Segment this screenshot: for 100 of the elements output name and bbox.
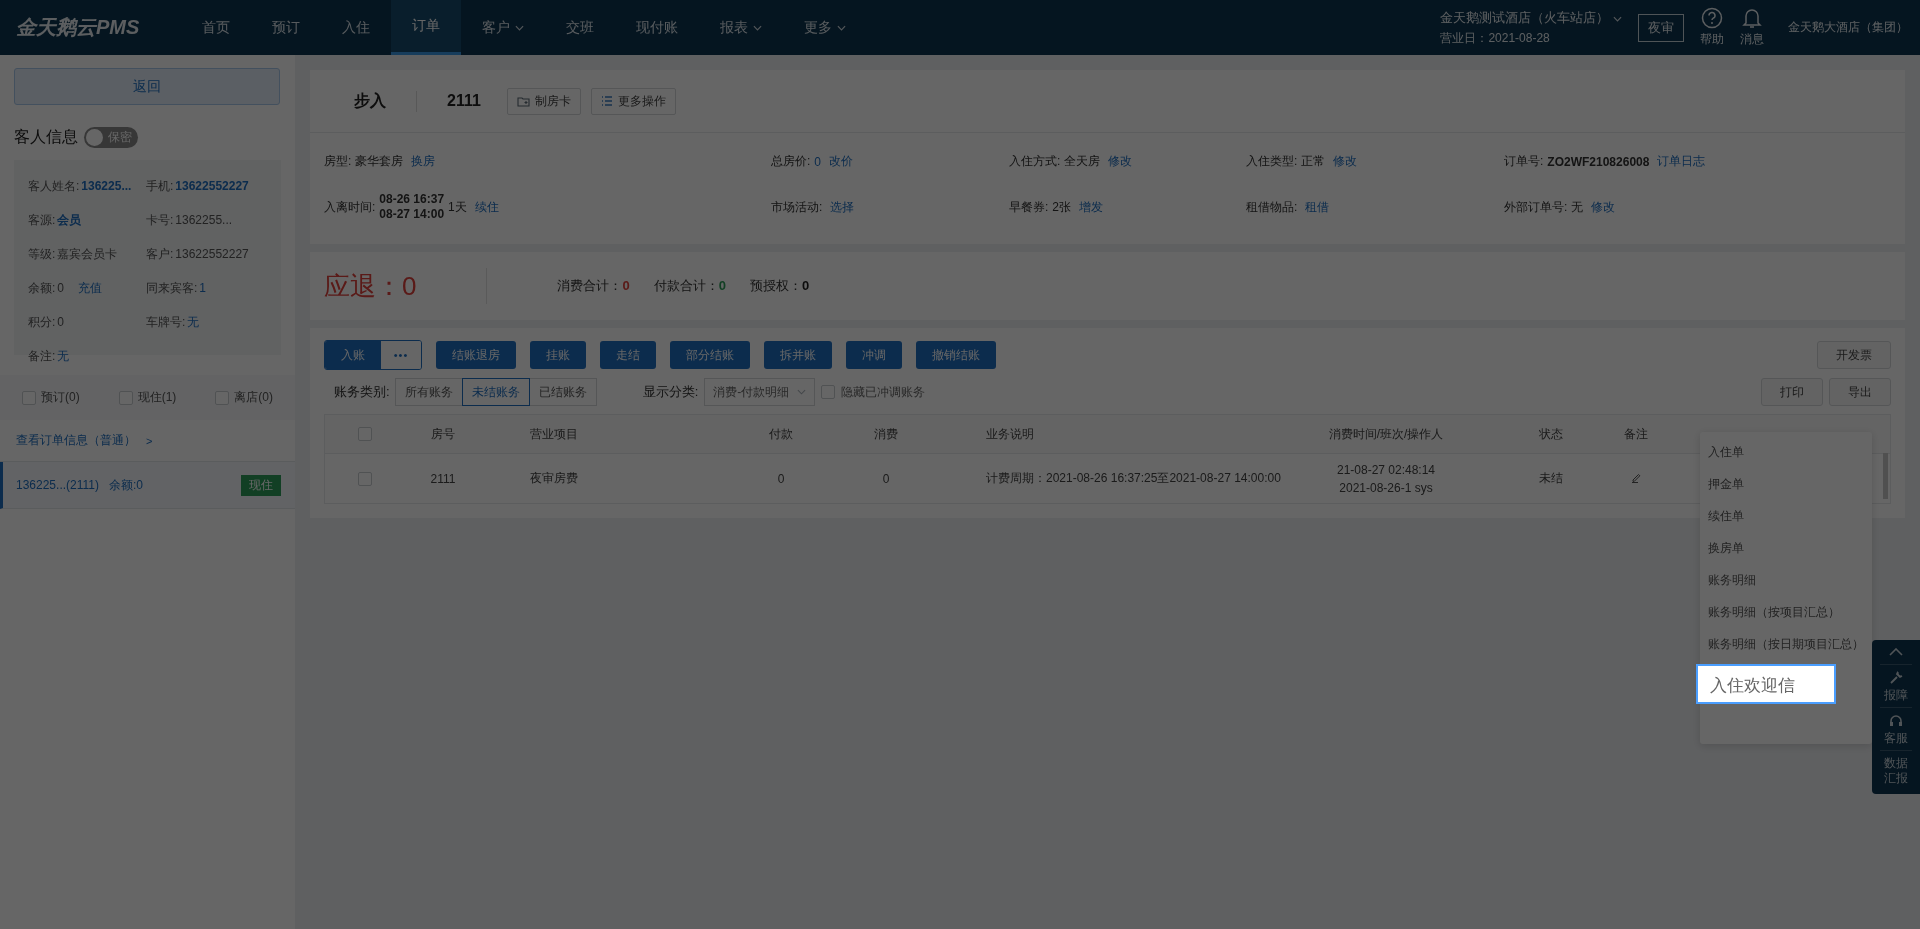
detail-action-link[interactable]: 选择: [830, 198, 855, 216]
detail-label: 租借物品:: [1246, 198, 1298, 216]
action-button[interactable]: 走结: [600, 341, 656, 369]
display-select[interactable]: 消费-付款明细: [704, 378, 816, 406]
float-tool-button[interactable]: 报障: [1880, 664, 1912, 703]
nav-item[interactable]: 入住: [321, 0, 391, 55]
total-value: 0: [801, 278, 810, 293]
category-tab[interactable]: 所有账务: [394, 378, 463, 406]
field-label: 客户:: [146, 247, 174, 261]
column-header: 付款: [768, 425, 794, 443]
detail-action-link[interactable]: 租借: [1305, 198, 1330, 216]
print-button[interactable]: 打印: [1761, 378, 1823, 406]
float-tool-button[interactable]: 数据汇报: [1880, 750, 1912, 786]
column-header: 消费时间/班次/操作人: [1327, 425, 1445, 443]
arrow-glyph: >: [146, 434, 153, 447]
recharge-link[interactable]: 充值: [78, 281, 103, 295]
detail-action-link[interactable]: 增发: [1079, 198, 1104, 216]
total-value: 0: [718, 278, 726, 293]
wrench-icon: [1888, 670, 1904, 686]
detail-action-link[interactable]: 修改: [1333, 153, 1358, 170]
detail-action-link[interactable]: 修改: [1108, 153, 1133, 170]
table-cell-text: 未结: [1538, 470, 1564, 487]
field-value: 13622552227: [175, 247, 249, 261]
help-button[interactable]: 帮助: [1700, 7, 1724, 48]
table-cell-text: 2021-08-26-1 sys: [1338, 479, 1434, 497]
messages-button[interactable]: 消息: [1740, 7, 1764, 48]
total-value: 0: [622, 278, 630, 293]
field-label: 等级:: [28, 247, 56, 261]
action-button[interactable]: 结账退房: [436, 341, 516, 369]
checkbox-label: 离店(0): [234, 389, 273, 406]
nav-item[interactable]: 现付账: [615, 0, 699, 55]
detail-action-link[interactable]: 换房: [411, 153, 436, 170]
group-name[interactable]: 金天鹅大酒店（集团）: [1788, 19, 1908, 36]
detail-action-link[interactable]: 订单日志: [1657, 153, 1706, 170]
chevron-down-icon: [1613, 15, 1622, 22]
field-value[interactable]: 136225...: [81, 179, 132, 193]
field-value[interactable]: 会员: [57, 213, 82, 227]
field-value: 1362255...: [175, 213, 233, 227]
detail-label: 入住方式:: [1009, 153, 1061, 170]
action-button[interactable]: 部分结账: [670, 341, 750, 369]
column-header: 消费: [873, 425, 899, 443]
post-button[interactable]: 入账: [325, 341, 381, 369]
detail-action-link[interactable]: 修改: [1591, 198, 1616, 216]
menu-item[interactable]: 账务明细（按项目汇总）: [1700, 596, 1872, 628]
nav-item[interactable]: 更多: [783, 0, 867, 55]
room-number: 2111: [446, 92, 482, 110]
detail-action-link[interactable]: 改价: [829, 153, 854, 170]
detail-label: 市场活动:: [771, 198, 823, 216]
detail-label: 早餐券:: [1009, 198, 1049, 216]
header-button[interactable]: 制房卡: [506, 87, 581, 115]
field-value: 0: [57, 281, 65, 295]
menu-item[interactable]: 入住欢迎信: [1696, 664, 1836, 704]
export-button[interactable]: 导出: [1829, 378, 1891, 406]
checkbox-label: 现住(1): [137, 389, 177, 406]
action-button[interactable]: 撤销结账: [916, 341, 996, 369]
detail-action-link[interactable]: 续住: [474, 198, 499, 216]
menu-item[interactable]: 续住单: [1700, 500, 1872, 532]
field-label: 卡号:: [146, 213, 174, 227]
nav-item[interactable]: 预订: [251, 0, 321, 55]
filter-label: 账务类别:: [333, 383, 390, 401]
scroll-up-icon[interactable]: [1889, 648, 1903, 656]
detail-value: 2张: [1052, 198, 1072, 216]
menu-item[interactable]: 账务明细（按日期项目汇总）: [1700, 628, 1872, 660]
action-button[interactable]: 冲调: [846, 341, 902, 369]
menu-item[interactable]: 换房单: [1700, 532, 1872, 564]
edit-icon[interactable]: [1630, 471, 1642, 483]
field-value[interactable]: 13622552227: [175, 179, 249, 193]
detail-label: 外部订单号:: [1504, 198, 1568, 216]
nav-item[interactable]: 首页: [181, 0, 251, 55]
field-label: 客人姓名:: [28, 179, 80, 193]
headset-icon: [1888, 713, 1904, 729]
field-value[interactable]: 无: [187, 315, 200, 329]
list-icon: [600, 96, 613, 106]
field-value[interactable]: 无: [57, 349, 70, 363]
nav-item[interactable]: 交班: [545, 0, 615, 55]
action-button[interactable]: 挂账: [530, 341, 586, 369]
nav-item[interactable]: 报表: [699, 0, 783, 55]
float-tool-button[interactable]: 客服: [1880, 707, 1912, 746]
invoice-button[interactable]: 开发票: [1817, 341, 1891, 369]
field-value[interactable]: 1: [199, 281, 207, 295]
action-button[interactable]: 拆并账: [764, 341, 832, 369]
menu-item[interactable]: 押金单: [1700, 468, 1872, 500]
field-label: 车牌号:: [146, 315, 186, 329]
status-tag: 现住: [241, 474, 281, 496]
night-audit-button[interactable]: 夜审: [1638, 13, 1684, 42]
order-info-link[interactable]: 查看订单信息（普通）: [16, 432, 136, 449]
back-button[interactable]: 返回: [14, 68, 280, 105]
stay-dates: 08-26 16:37 08-27 14:00: [379, 192, 445, 222]
header-button[interactable]: 更多操作: [590, 87, 676, 115]
category-tab[interactable]: 已结账务: [528, 378, 597, 406]
nav-item[interactable]: 客户: [461, 0, 545, 55]
order-list-item[interactable]: 136225...(2111) 余额:0 现住: [0, 462, 295, 509]
hotel-selector[interactable]: 金天鹅测试酒店（火车站店）: [1440, 8, 1622, 27]
menu-item[interactable]: 账务明细: [1700, 564, 1872, 596]
category-tab[interactable]: 未结账务: [461, 378, 530, 406]
section-title: 客人信息: [14, 127, 78, 147]
table-cell-text: 2111: [429, 471, 457, 486]
detail-value: 豪华套房: [355, 153, 404, 170]
nav-item[interactable]: 订单: [391, 0, 461, 55]
menu-item[interactable]: 入住单: [1700, 436, 1872, 468]
